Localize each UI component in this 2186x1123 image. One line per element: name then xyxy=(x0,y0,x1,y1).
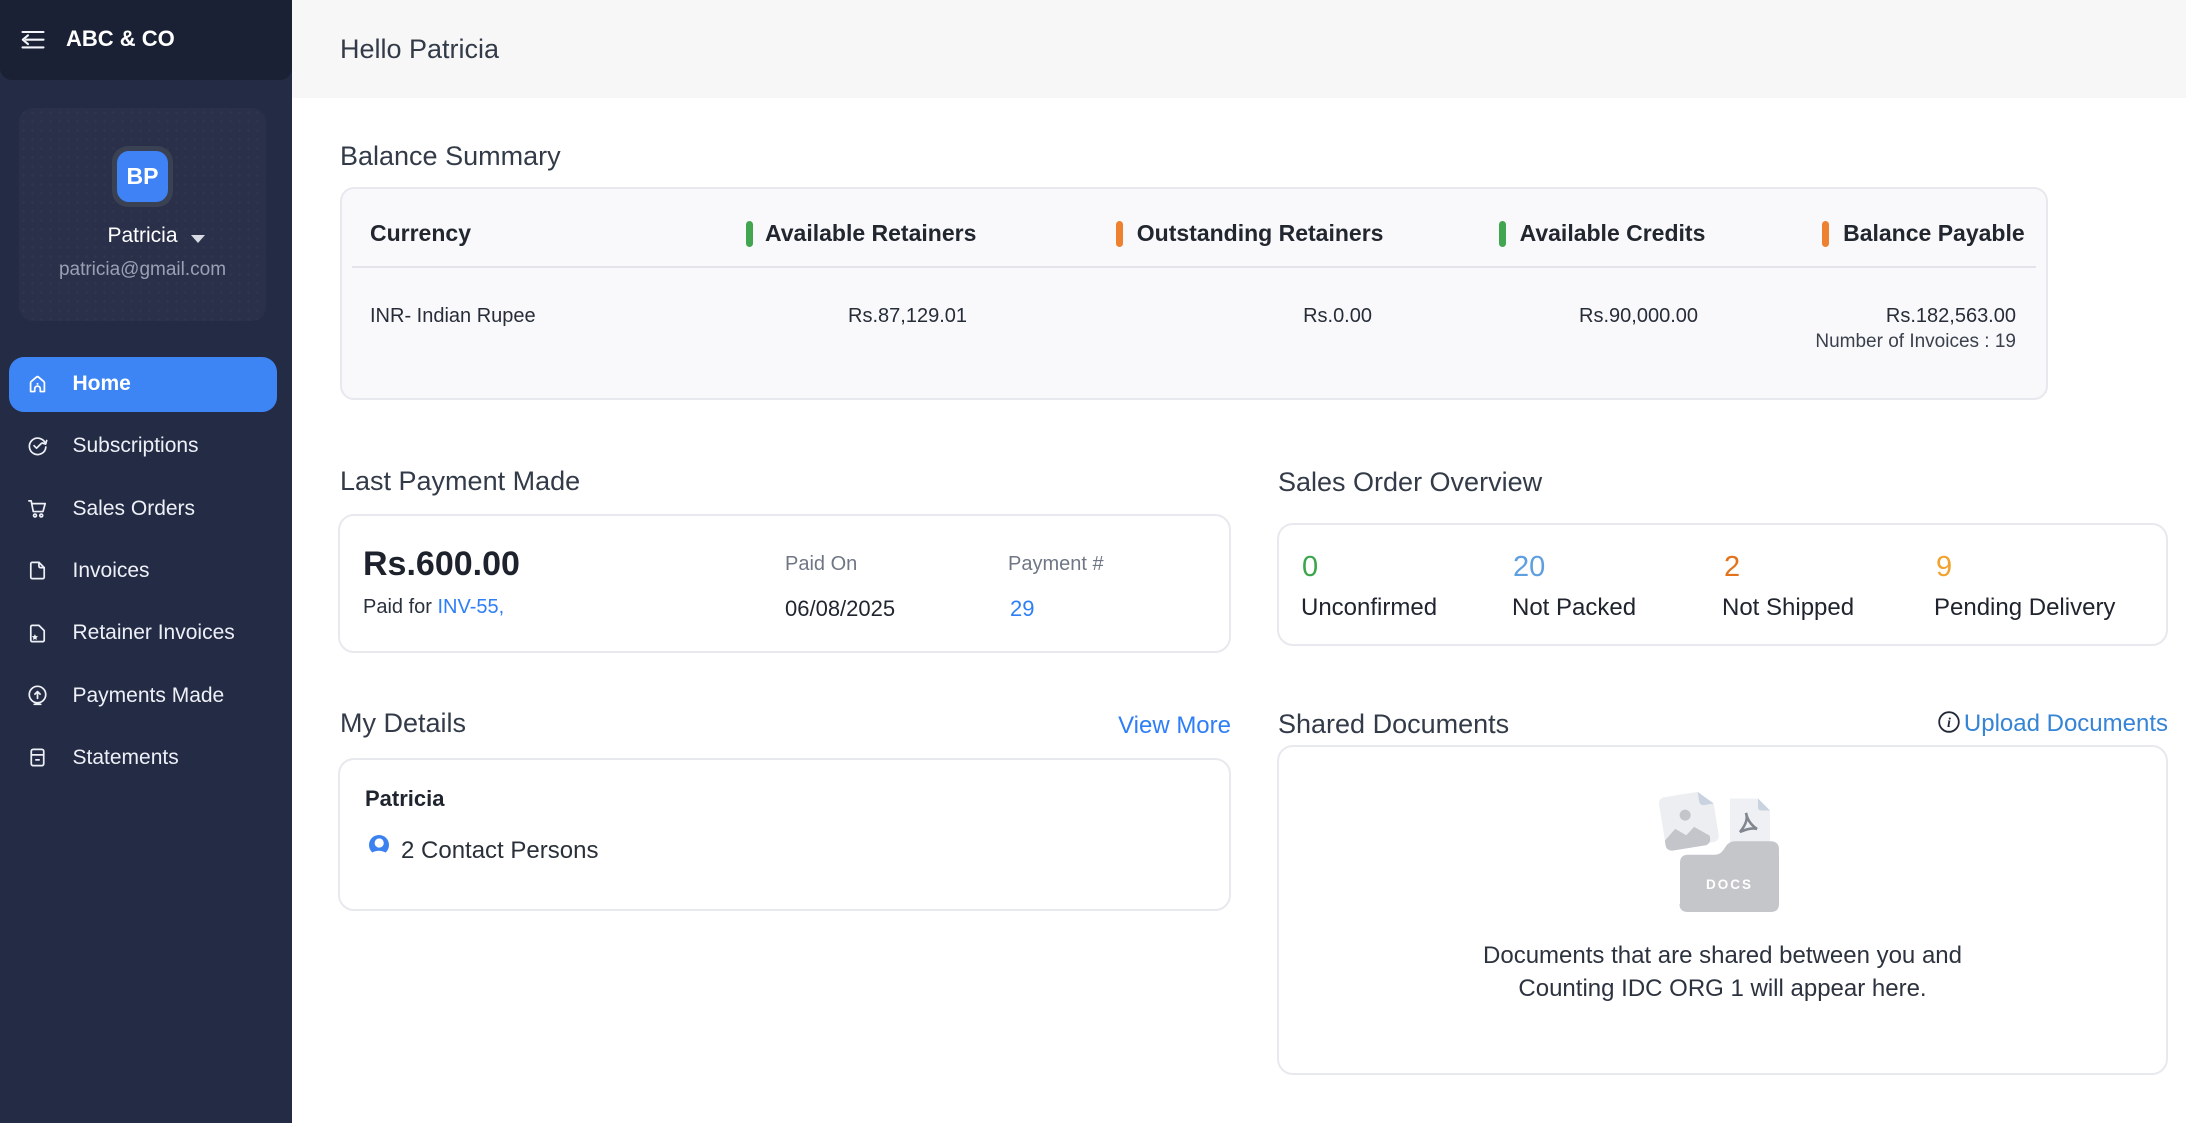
svg-text:DOCS: DOCS xyxy=(1706,877,1753,892)
